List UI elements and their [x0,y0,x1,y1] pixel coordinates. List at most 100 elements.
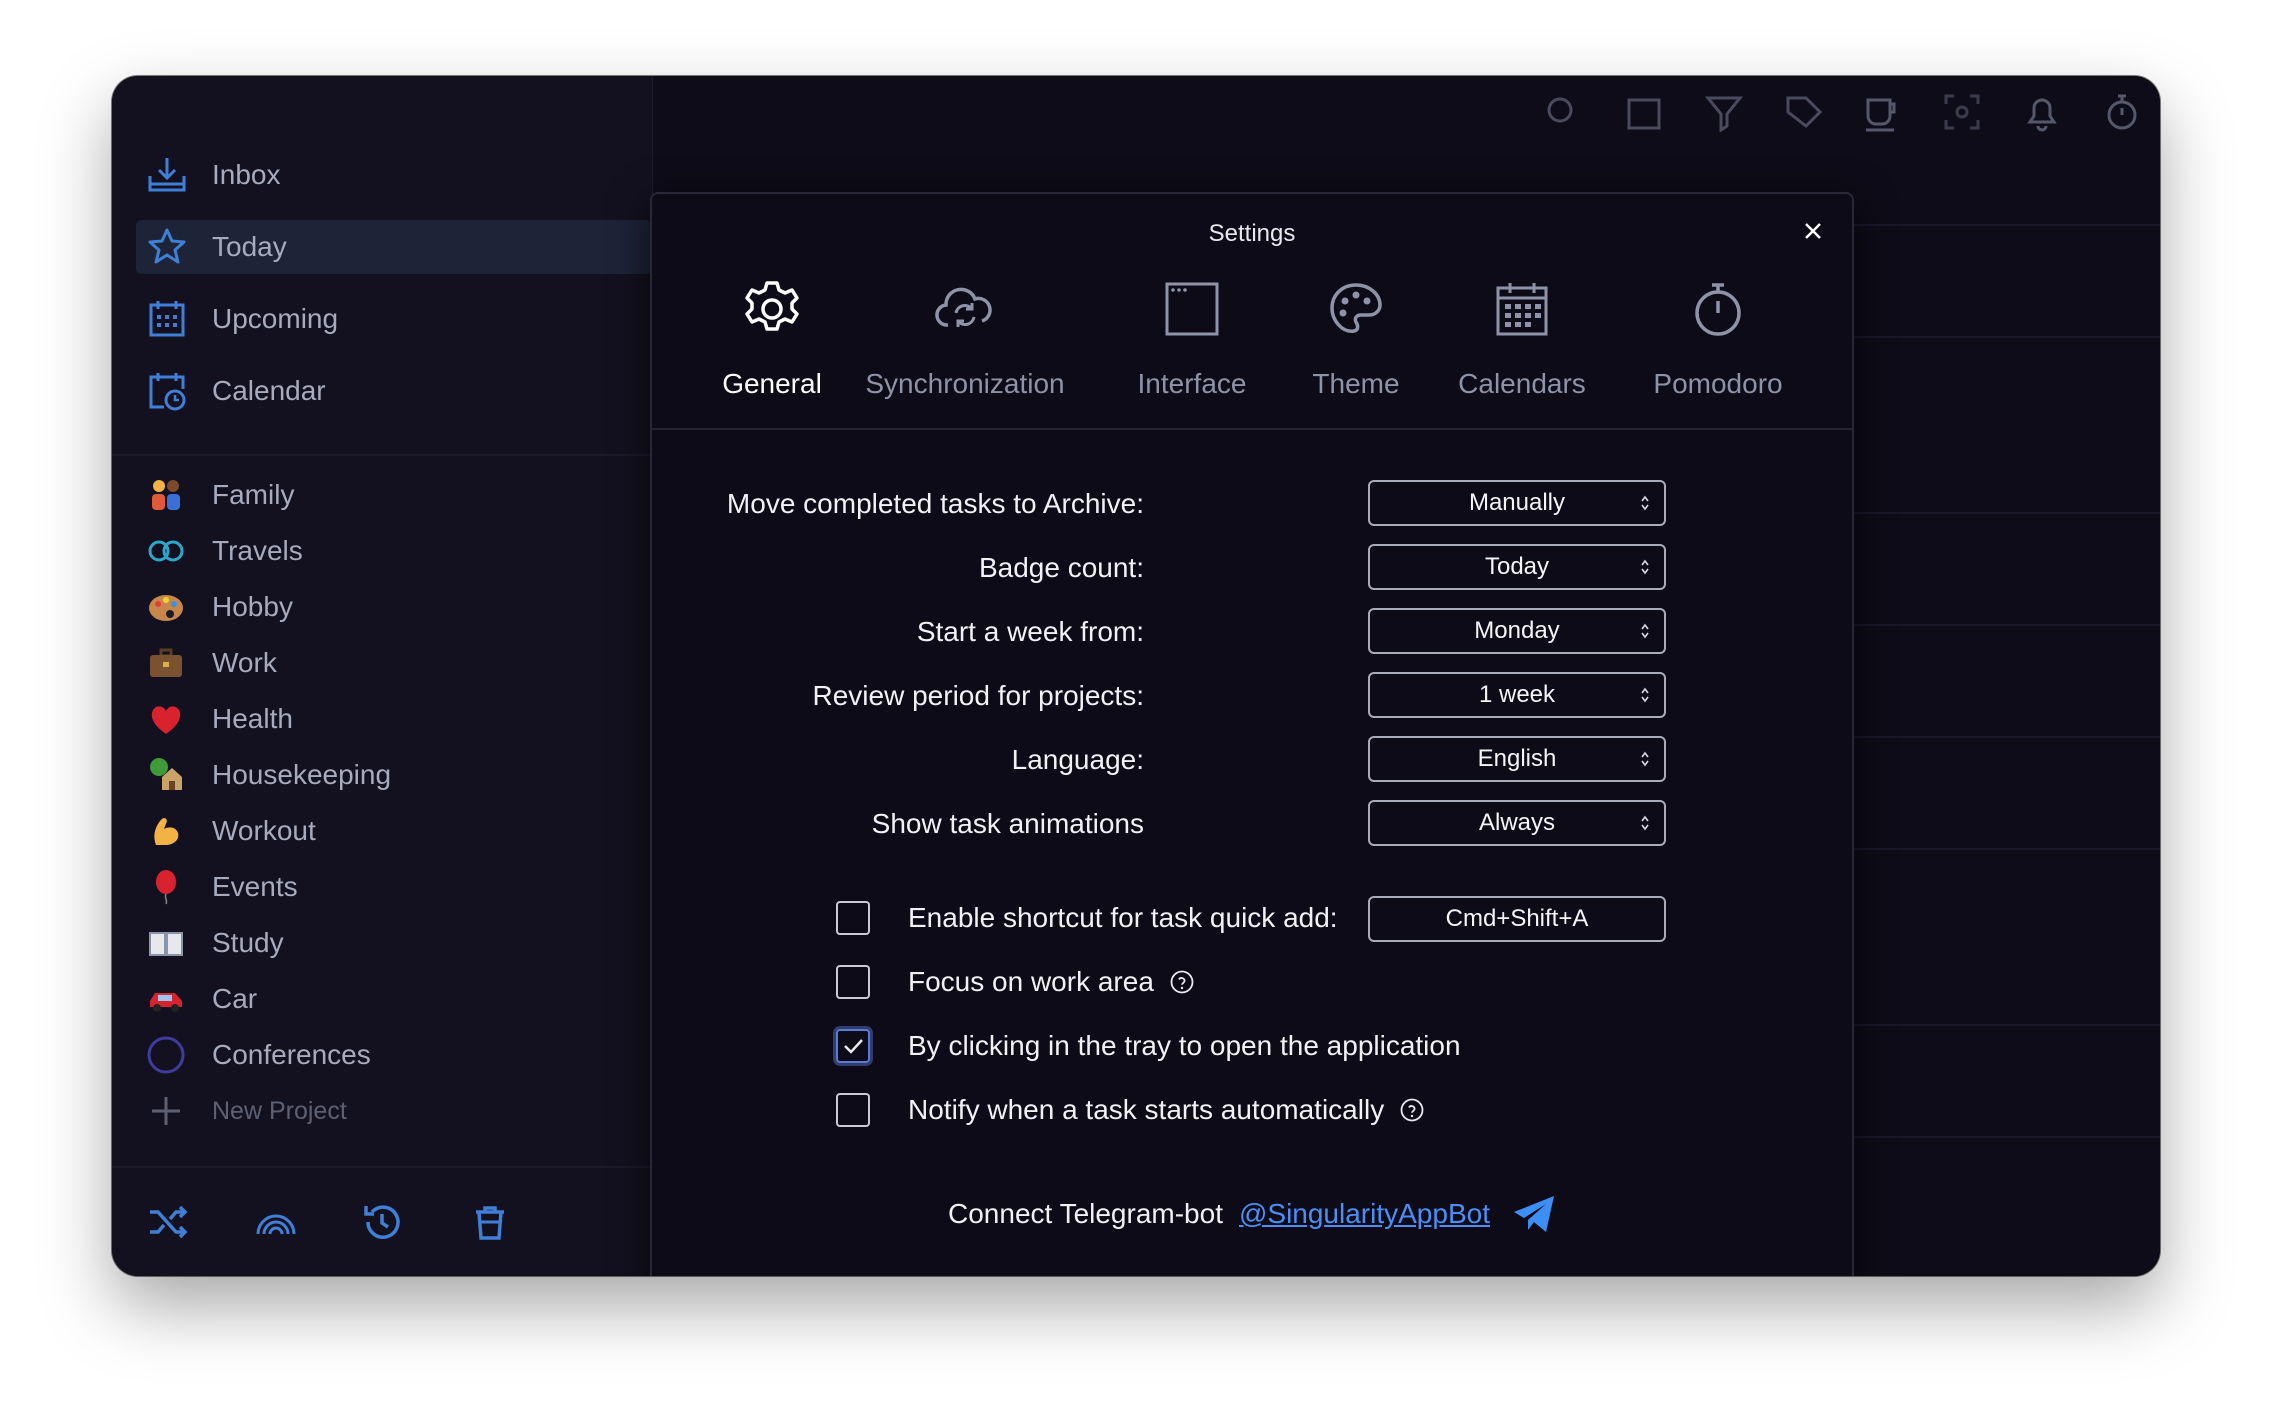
help-icon[interactable] [1400,1098,1424,1122]
archive-select[interactable]: Manually [1368,480,1666,526]
balloon-emoji-icon [146,867,186,907]
notify-checkbox[interactable] [836,1093,870,1127]
sidebar-project-study[interactable]: Study [146,918,284,968]
sidebar-item-label: Upcoming [212,303,339,334]
sidebar-project-car[interactable]: Car [146,974,257,1024]
sidebar-project-housekeeping[interactable]: Housekeeping [146,750,391,800]
new-project-button[interactable]: New Project [146,1086,347,1136]
trash-icon[interactable] [466,1198,514,1246]
project-label: Events [212,871,298,902]
coffee-icon[interactable] [1862,92,1902,132]
project-label: Travels [212,535,303,566]
shuffle-icon[interactable] [144,1198,192,1246]
tab-label: Interface [1137,368,1247,399]
row-divider [1854,1136,2160,1138]
checkbox-label-text: Enable shortcut for task quick add: [908,902,1338,933]
infinity-icon [146,531,186,571]
tabs-divider [652,428,1852,430]
shortcut-input[interactable]: Cmd+Shift+A [1368,896,1666,942]
sidebar-project-health[interactable]: Health [146,694,293,744]
tag-icon[interactable] [1784,92,1824,132]
palette-icon [1296,274,1416,344]
help-icon[interactable] [1170,970,1194,994]
project-label: Health [212,703,293,734]
sidebar-item-today[interactable]: Today [136,220,652,274]
window-icon [1122,274,1262,344]
select-value: English [1477,745,1557,772]
tab-general[interactable]: General [712,274,832,400]
tab-calendars[interactable]: Calendars [1442,274,1602,400]
calendar-clock-icon [146,370,188,412]
language-select[interactable]: English [1368,736,1666,782]
stopwatch-toolbar-icon[interactable] [2102,92,2142,132]
project-label: Study [212,927,284,958]
week-start-select[interactable]: Monday [1368,608,1666,654]
telegram-row: Connect Telegram-bot @SingularityAppBot [652,1194,1852,1234]
calendar-grid-icon [146,298,188,340]
palette-emoji-icon [146,587,186,627]
tab-pomodoro[interactable]: Pomodoro [1638,274,1798,400]
sidebar-project-workout[interactable]: Workout [146,806,316,856]
project-label: Conferences [212,1039,371,1070]
gear-icon [712,274,832,344]
archive-label: Move completed tasks to Archive: [726,488,1144,519]
circle-icon [146,1035,186,1075]
notify-checkbox-label: Notify when a task starts automatically [908,1094,1424,1126]
shortcut-checkbox[interactable] [836,901,870,935]
sidebar-project-family[interactable]: Family [146,470,294,520]
review-period-select[interactable]: 1 week [1368,672,1666,718]
project-label: Work [212,647,277,678]
badge-count-select[interactable]: Today [1368,544,1666,590]
focus-checkbox[interactable] [836,965,870,999]
plus-icon [146,1091,186,1131]
select-value: 1 week [1478,681,1556,708]
history-icon[interactable] [358,1198,406,1246]
sidebar-project-hobby[interactable]: Hobby [146,582,293,632]
bell-icon[interactable] [2022,92,2062,132]
tray-open-checkbox-label: By clicking in the tray to open the appl… [908,1030,1461,1062]
tab-interface[interactable]: Interface [1122,274,1262,400]
select-value: Monday [1474,617,1560,644]
select-value: Always [1478,809,1556,836]
review-period-label: Review period for projects: [812,680,1144,711]
rainbow-icon[interactable] [252,1198,300,1246]
sidebar-item-upcoming[interactable]: Upcoming [136,292,652,346]
tab-theme[interactable]: Theme [1296,274,1416,400]
telegram-icon[interactable] [1512,1194,1556,1234]
animations-select[interactable]: Always [1368,800,1666,846]
tab-synchronization[interactable]: Synchronization [860,274,1070,400]
close-icon[interactable] [1798,216,1828,246]
house-emoji-icon [146,755,186,795]
tab-label: General [722,368,822,399]
sidebar-project-travels[interactable]: Travels [146,526,303,576]
family-emoji-icon [146,475,186,515]
tab-label: Synchronization [865,368,1065,399]
select-value: Today [1484,553,1550,580]
calendar-toolbar-icon[interactable] [1624,92,1664,132]
sidebar-project-work[interactable]: Work [146,638,277,688]
project-label: Car [212,983,258,1014]
telegram-bot-link[interactable]: @SingularityAppBot [1239,1198,1490,1230]
car-emoji-icon [146,979,186,1019]
focus-icon[interactable] [1942,92,1982,132]
sidebar-item-label: Today [212,231,287,262]
sidebar-project-conferences[interactable]: Conferences [146,1030,371,1080]
week-start-label: Start a week from: [916,616,1144,647]
language-label: Language: [1011,744,1144,775]
tray-open-checkbox[interactable] [836,1029,870,1063]
filter-icon[interactable] [1704,92,1744,133]
select-arrows-icon [1641,623,1649,639]
sidebar-item-inbox[interactable]: Inbox [136,148,652,202]
project-label: Housekeeping [212,759,392,790]
heart-emoji-icon [146,699,186,739]
sidebar-divider [112,454,652,456]
sidebar-bottom-toolbar [112,1166,652,1276]
sidebar: Inbox Today Upcoming Calendar Family Tra… [112,76,653,1276]
focus-checkbox-label: Focus on work area [908,966,1194,998]
checkbox-label-text: Focus on work area [908,966,1154,997]
tab-label: Theme [1312,368,1400,399]
sidebar-item-calendar[interactable]: Calendar [136,364,652,418]
search-icon[interactable] [1542,92,1582,132]
sidebar-project-events[interactable]: Events [146,862,298,912]
sidebar-item-label: Calendar [212,375,326,406]
